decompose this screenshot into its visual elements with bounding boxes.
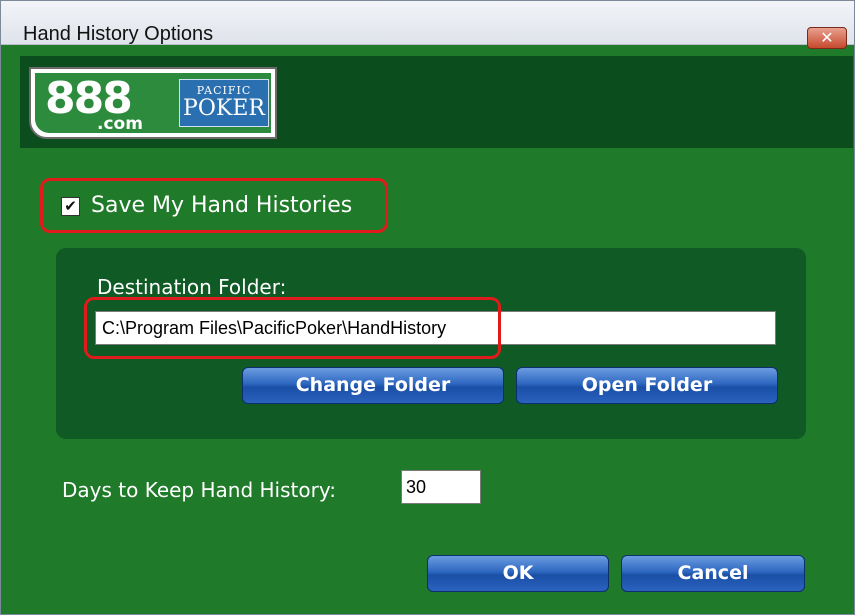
cancel-button[interactable]: Cancel (621, 555, 805, 592)
days-to-keep-input[interactable]: 30 (401, 470, 481, 504)
destination-folder-input[interactable]: C:\Program Files\PacificPoker\HandHistor… (95, 311, 776, 345)
open-folder-button[interactable]: Open Folder (516, 367, 778, 404)
destination-folder-label: Destination Folder: (97, 275, 287, 299)
close-icon: ✕ (820, 28, 834, 47)
close-button[interactable]: ✕ (807, 27, 847, 49)
change-folder-button[interactable]: Change Folder (242, 367, 504, 404)
title-bar[interactable]: Hand History Options ✕ (1, 1, 854, 49)
logo-poker-text: POKER (183, 96, 265, 121)
ok-button[interactable]: OK (427, 555, 609, 592)
brand-logo: 888 .com PACIFIC POKER (29, 67, 277, 139)
logo-888-block: 888 .com PACIFIC POKER (35, 73, 271, 133)
save-histories-checkbox[interactable]: ✔ (61, 197, 80, 216)
checkmark-icon: ✔ (64, 197, 77, 215)
window-title: Hand History Options (23, 23, 214, 45)
destination-folder-value: C:\Program Files\PacificPoker\HandHistor… (102, 318, 447, 338)
days-to-keep-value: 30 (406, 477, 427, 497)
pacific-poker-logo: PACIFIC POKER (179, 79, 269, 127)
save-histories-highlight: ✔ Save My Hand Histories (40, 178, 388, 233)
save-histories-label[interactable]: Save My Hand Histories (91, 193, 352, 218)
days-to-keep-label: Days to Keep Hand History: (62, 478, 336, 502)
logo-com-text: .com (97, 114, 143, 134)
